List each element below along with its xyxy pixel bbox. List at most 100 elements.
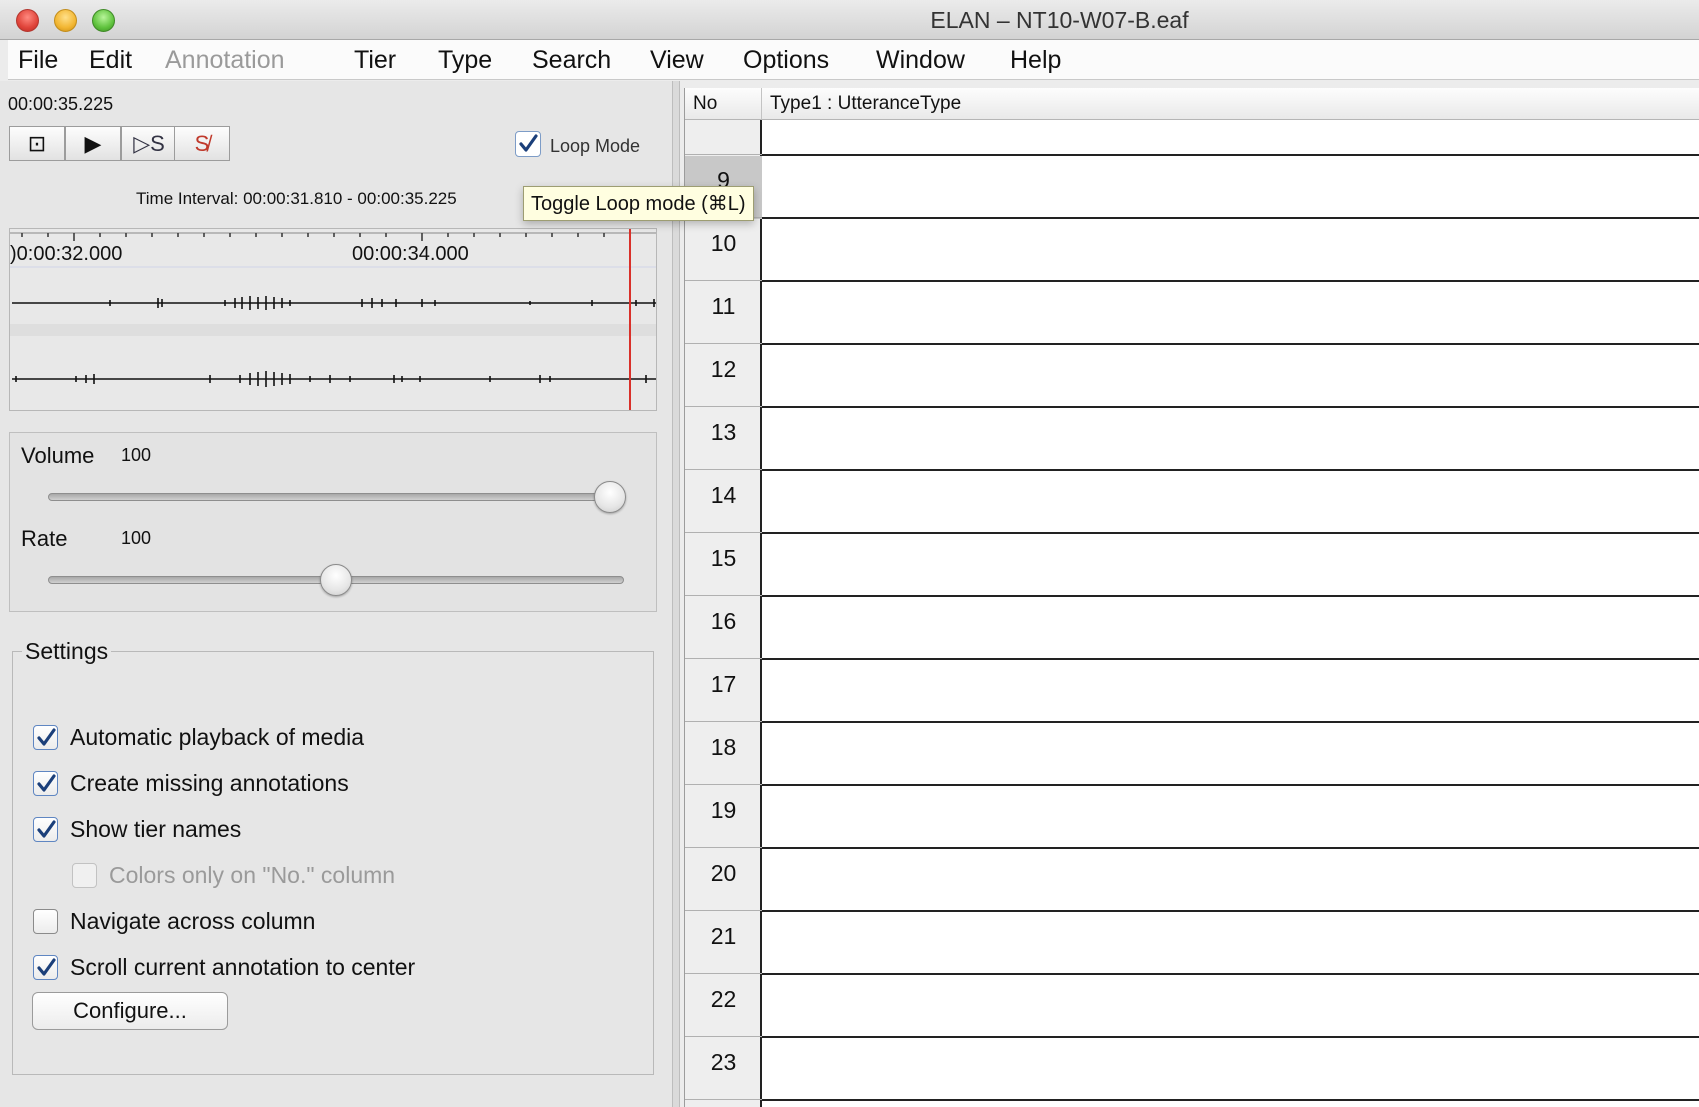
checkbox [72, 863, 97, 888]
row-divider [685, 784, 762, 785]
table-row-number[interactable]: 15 [685, 534, 762, 597]
row-divider [685, 280, 762, 281]
split-pane-divider[interactable] [672, 81, 680, 1107]
settings-option[interactable]: Create missing annotations [33, 770, 349, 797]
table-row[interactable] [764, 219, 1699, 282]
table-row[interactable] [764, 849, 1699, 912]
menu-view[interactable]: View [650, 46, 704, 75]
volume-label: Volume [21, 443, 95, 468]
menu-tier[interactable]: Tier [354, 46, 396, 75]
time-interval: Time Interval: 00:00:31.810 - 00:00:35.2… [136, 189, 457, 208]
row-divider [685, 343, 762, 344]
table-row[interactable] [764, 345, 1699, 408]
column-header-no[interactable]: No [685, 88, 762, 120]
settings-option[interactable]: Automatic playback of media [33, 724, 364, 751]
row-divider [685, 721, 762, 722]
table-row-number[interactable]: 20 [685, 849, 762, 912]
row-divider [685, 1099, 762, 1100]
row-divider [685, 658, 762, 659]
table-row[interactable] [764, 282, 1699, 345]
table-row-number[interactable]: 12 [685, 345, 762, 408]
clear-selection-button[interactable]: S̸ [174, 126, 230, 161]
table-row-number[interactable]: 13 [685, 408, 762, 471]
table-row[interactable] [764, 786, 1699, 849]
configure-button[interactable]: Configure... [32, 992, 228, 1030]
settings-title: Settings [22, 638, 112, 665]
play-button[interactable]: ▶ [65, 126, 121, 161]
table-row[interactable] [764, 660, 1699, 723]
checkbox[interactable] [33, 817, 58, 842]
play-selection-button[interactable]: ▷S [121, 126, 177, 161]
rate-slider-thumb[interactable] [320, 564, 352, 596]
menu-options[interactable]: Options [743, 46, 829, 75]
table-row[interactable] [764, 1038, 1699, 1101]
menu-help[interactable]: Help [1010, 46, 1061, 75]
table-row-number[interactable]: 16 [685, 597, 762, 660]
table-row-number[interactable]: 14 [685, 471, 762, 534]
volume-rate-panel: Volume 100 Rate 100 [9, 432, 657, 612]
checkmark-icon [36, 727, 56, 746]
menu-annotation[interactable]: Annotation [165, 46, 285, 75]
annotation-table: No Type1 : UtteranceType 9 10 11 12 13 14 15 16… [684, 88, 1699, 1107]
table-row[interactable] [764, 597, 1699, 660]
loop-mode-label: Loop Mode [550, 136, 641, 156]
tooltip: Toggle Loop mode (⌘L) [523, 186, 754, 221]
settings-option[interactable]: Navigate across column [33, 908, 315, 935]
waveform-viewer[interactable]: )0:00:32.000 00:00:34.000 [9, 228, 657, 411]
row-divider [685, 910, 762, 911]
row-divider [685, 154, 762, 155]
checkmark-icon [36, 773, 56, 792]
volume-value: 100 [121, 445, 152, 465]
table-row[interactable] [764, 975, 1699, 1038]
table-row-number[interactable]: 18 [685, 723, 762, 786]
row-divider [685, 532, 762, 533]
table-row-number[interactable]: 17 [685, 660, 762, 723]
table-row-number[interactable]: 21 [685, 912, 762, 975]
settings-option[interactable]: Scroll current annotation to center [33, 954, 415, 981]
checkbox[interactable] [33, 909, 58, 934]
row-divider [685, 469, 762, 470]
row-divider [685, 595, 762, 596]
table-row[interactable] [764, 912, 1699, 975]
settings-option-label: Automatic playback of media [70, 724, 365, 750]
checkmark-icon [36, 957, 56, 976]
settings-option-label: Navigate across column [70, 908, 316, 934]
menu-edit[interactable]: Edit [89, 46, 132, 75]
row-divider [685, 406, 762, 407]
table-row-number[interactable]: 10 [685, 219, 762, 282]
row-divider [685, 1036, 762, 1037]
table-row[interactable] [764, 723, 1699, 786]
row-divider [762, 154, 1699, 156]
table-row[interactable] [764, 408, 1699, 471]
menu-window[interactable]: Window [876, 46, 965, 75]
waveform-time-label: 00:00:34.000 [352, 243, 469, 265]
checkbox[interactable] [33, 725, 58, 750]
checkmark-icon [36, 819, 56, 838]
table-row-number[interactable]: 11 [685, 282, 762, 345]
volume-slider-thumb[interactable] [594, 481, 626, 513]
title-bar: ELAN – NT10-W07-B.eaf [0, 0, 1699, 40]
menu-search[interactable]: Search [532, 46, 611, 75]
checkmark-icon [519, 134, 538, 152]
table-row-number[interactable]: 22 [685, 975, 762, 1038]
loop-mode-checkbox[interactable] [515, 131, 541, 157]
checkbox[interactable] [33, 771, 58, 796]
menu-file[interactable]: File [18, 46, 58, 75]
table-row[interactable] [764, 471, 1699, 534]
table-row-number[interactable]: 19 [685, 786, 762, 849]
menu-type[interactable]: Type [438, 46, 492, 75]
table-row-number[interactable]: 23 [685, 1038, 762, 1101]
checkbox[interactable] [33, 955, 58, 980]
row-divider [762, 1099, 1699, 1101]
column-header-tier[interactable]: Type1 : UtteranceType [762, 88, 1699, 120]
current-time: 00:00:35.225 [8, 94, 114, 114]
settings-option[interactable]: Show tier names [33, 816, 241, 843]
play-selection-icon: ▷S [133, 130, 165, 156]
volume-slider-track[interactable] [48, 493, 624, 501]
window-title: ELAN – NT10-W07-B.eaf [930, 7, 1189, 33]
select-segment-button[interactable]: ⊡ [9, 126, 65, 161]
settings-option-label: Scroll current annotation to center [70, 954, 416, 980]
table-row[interactable] [764, 156, 1699, 219]
settings-option-label: Colors only on "No." column [109, 862, 396, 888]
table-row[interactable] [764, 534, 1699, 597]
